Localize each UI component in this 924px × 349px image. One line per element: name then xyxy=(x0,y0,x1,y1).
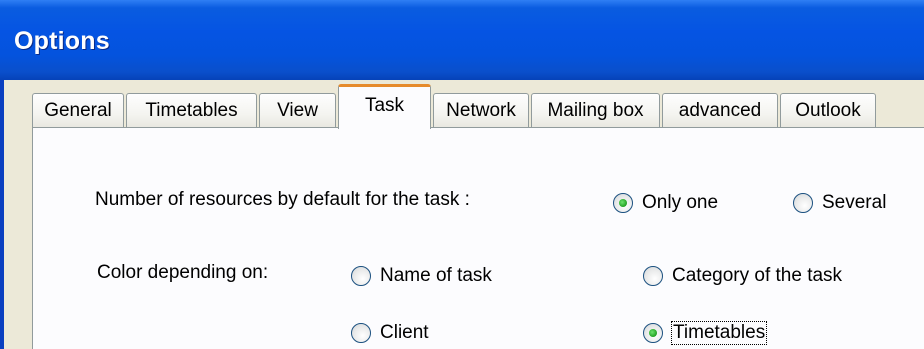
radio-unchecked-indicator xyxy=(793,193,813,213)
radio-unchecked-indicator xyxy=(351,323,371,343)
radio-category-of-task[interactable]: Category of the task xyxy=(643,263,842,289)
radio-client-label: Client xyxy=(380,322,429,343)
radio-checked-indicator xyxy=(643,323,663,343)
radio-name-of-task-label: Name of task xyxy=(380,265,492,286)
radio-name-of-task[interactable]: Name of task xyxy=(351,263,492,289)
radio-several-label: Several xyxy=(822,192,887,213)
tab-advanced[interactable]: advanced xyxy=(662,93,778,128)
radio-category-of-task-label: Category of the task xyxy=(672,265,843,286)
radio-timetables-label: Timetables xyxy=(670,321,768,345)
radio-several[interactable]: Several xyxy=(793,190,886,216)
title-bar[interactable]: Options xyxy=(0,0,924,80)
tab-general[interactable]: General xyxy=(32,93,124,128)
color-depending-label: Color depending on: xyxy=(97,262,269,283)
tab-strip: General Timetables View Task Network Mai… xyxy=(32,84,924,129)
tab-network[interactable]: Network xyxy=(433,93,529,128)
tab-view[interactable]: View xyxy=(259,93,336,128)
window-title: Options xyxy=(14,27,110,55)
radio-only-one-label: Only one xyxy=(642,192,719,213)
task-tab-page: Number of resources by default for the t… xyxy=(32,127,924,349)
tab-timetables[interactable]: Timetables xyxy=(126,93,257,128)
radio-unchecked-indicator xyxy=(351,266,371,286)
dialog-client-area: General Timetables View Task Network Mai… xyxy=(0,80,924,349)
radio-timetables[interactable]: Timetables xyxy=(643,320,768,346)
tab-mailing-box[interactable]: Mailing box xyxy=(531,93,660,128)
radio-client[interactable]: Client xyxy=(351,320,429,346)
options-window: Options General Timetables View Task Net… xyxy=(0,0,924,349)
tab-outlook[interactable]: Outlook xyxy=(780,93,876,128)
radio-checked-indicator xyxy=(613,193,633,213)
resources-label: Number of resources by default for the t… xyxy=(95,189,470,210)
tab-task[interactable]: Task xyxy=(338,84,431,129)
radio-unchecked-indicator xyxy=(643,266,663,286)
radio-only-one[interactable]: Only one xyxy=(613,190,718,216)
